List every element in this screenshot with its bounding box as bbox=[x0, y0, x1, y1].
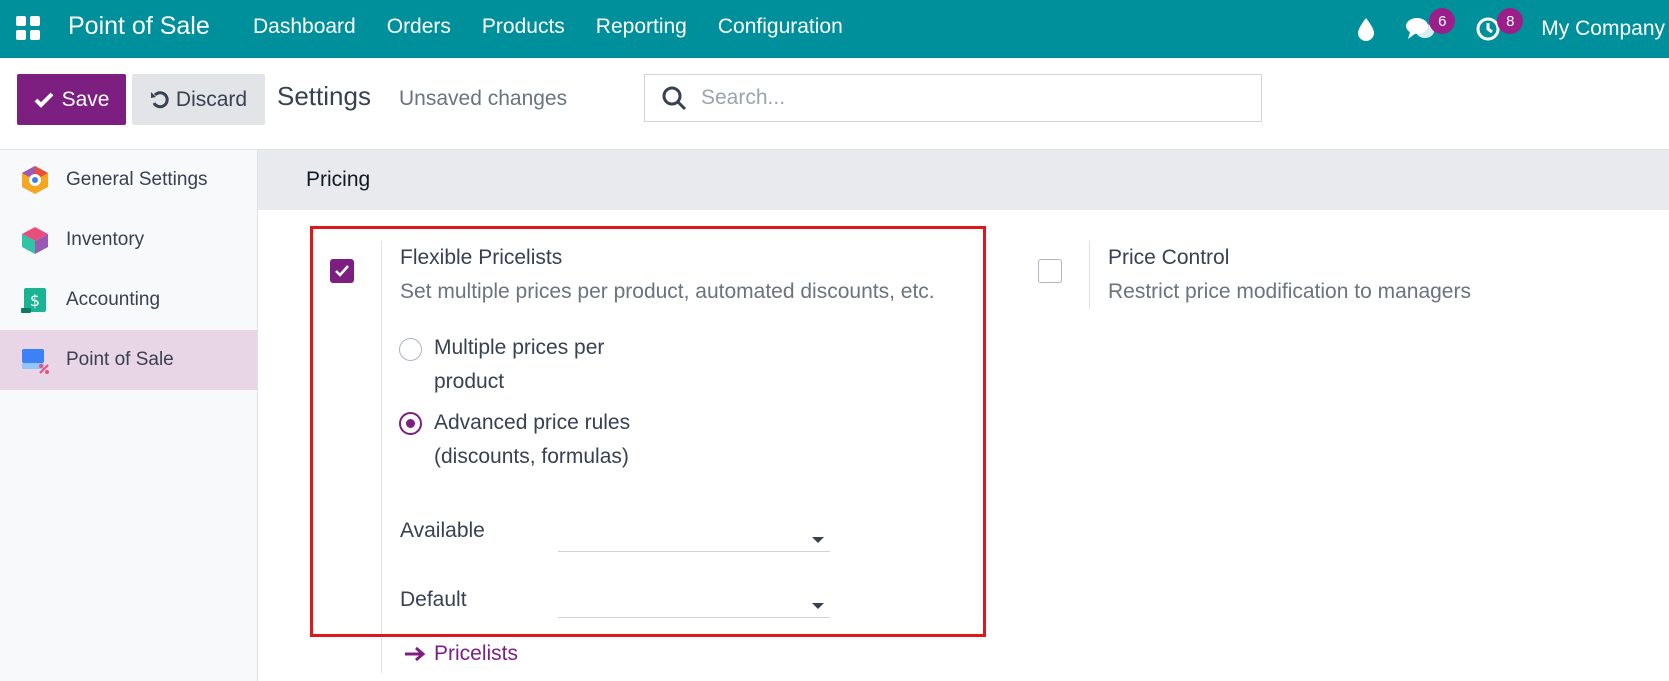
menu-dashboard[interactable]: Dashboard bbox=[253, 15, 356, 39]
section-title: Pricing bbox=[306, 168, 371, 191]
default-pricelist-select[interactable] bbox=[558, 588, 830, 618]
check-icon bbox=[335, 265, 349, 277]
menu-products[interactable]: Products bbox=[482, 15, 565, 39]
sidebar-item-point-of-sale[interactable]: Point of Sale bbox=[0, 330, 257, 390]
company-switcher[interactable]: My Company bbox=[1541, 17, 1665, 41]
activity-count-badge: 8 bbox=[1497, 8, 1524, 34]
menu-reporting[interactable]: Reporting bbox=[596, 15, 687, 39]
caret-down-icon bbox=[812, 537, 824, 543]
radio-multiple-prices-label[interactable]: Multiple prices per product bbox=[434, 331, 684, 399]
caret-down-icon bbox=[812, 603, 824, 609]
svg-text:$: $ bbox=[30, 291, 40, 310]
main-menu: Dashboard Orders Products Reporting Conf… bbox=[253, 15, 874, 39]
undo-icon bbox=[150, 90, 169, 108]
save-button[interactable]: Save bbox=[17, 74, 126, 125]
sidebar-item-accounting[interactable]: $ Accounting bbox=[0, 270, 257, 330]
check-icon bbox=[34, 92, 53, 108]
radio-advanced-price-rules[interactable] bbox=[399, 412, 422, 435]
available-pricelists-select[interactable] bbox=[558, 522, 830, 552]
save-label: Save bbox=[61, 87, 110, 111]
arrow-right-icon bbox=[405, 646, 426, 662]
search-input[interactable] bbox=[701, 86, 1241, 110]
sidebar-item-label: General Settings bbox=[66, 169, 208, 190]
price-control-checkbox[interactable] bbox=[1038, 259, 1062, 283]
sidebar-item-label: Point of Sale bbox=[66, 349, 174, 370]
sidebar-item-label: Accounting bbox=[66, 289, 161, 310]
search-icon bbox=[662, 86, 687, 111]
flexible-pricelists-description: Set multiple prices per product, automat… bbox=[400, 280, 935, 303]
price-control-description: Restrict price modification to managers bbox=[1108, 280, 1471, 303]
radio-advanced-line2: (discounts, formulas) bbox=[434, 445, 629, 468]
point-of-sale-icon bbox=[22, 349, 49, 374]
sidebar-item-label: Inventory bbox=[66, 229, 145, 250]
chat-icon[interactable]: 6 bbox=[1403, 8, 1456, 44]
app-brand[interactable]: Point of Sale bbox=[68, 12, 210, 41]
menu-configuration[interactable]: Configuration bbox=[718, 15, 843, 39]
unsaved-status: Unsaved changes bbox=[399, 87, 568, 110]
radio-advanced-price-rules-label[interactable]: Advanced price rules (discounts, formula… bbox=[434, 406, 684, 474]
radio-multiple-prices-line1: Multiple prices per bbox=[434, 336, 605, 359]
pricelists-link[interactable]: Pricelists bbox=[404, 642, 518, 666]
search-box[interactable] bbox=[644, 74, 1262, 122]
accounting-icon: $ bbox=[21, 288, 46, 313]
sidebar-item-inventory[interactable]: Inventory bbox=[0, 210, 257, 270]
chat-count-badge: 6 bbox=[1429, 8, 1456, 34]
inventory-icon bbox=[22, 227, 48, 254]
discard-button[interactable]: Discard bbox=[132, 74, 265, 125]
radio-multiple-prices-line2: product bbox=[434, 370, 505, 393]
default-label: Default bbox=[400, 588, 467, 611]
activity-clock-icon[interactable]: 8 bbox=[1471, 8, 1524, 44]
section-header: Pricing bbox=[258, 150, 1669, 210]
menu-orders[interactable]: Orders bbox=[387, 15, 451, 39]
setting-divider bbox=[381, 241, 382, 673]
sidebar-item-general-settings[interactable]: General Settings bbox=[0, 150, 257, 210]
pricelists-link-label: Pricelists bbox=[434, 642, 519, 665]
drop-icon[interactable] bbox=[1349, 14, 1383, 44]
radio-advanced-line1: Advanced price rules bbox=[434, 411, 631, 434]
systray: 6 8 My Company bbox=[1329, 0, 1669, 58]
settings-sidebar: General Settings Inventory $ Accounting … bbox=[0, 150, 258, 681]
top-navbar: Point of Sale Dashboard Orders Products … bbox=[0, 0, 1669, 58]
page-title: Settings bbox=[277, 81, 371, 111]
apps-menu-icon[interactable] bbox=[16, 16, 40, 40]
setting-divider bbox=[1089, 241, 1090, 309]
price-control-title: Price Control bbox=[1108, 246, 1230, 269]
flexible-pricelists-checkbox[interactable] bbox=[330, 259, 354, 283]
control-panel: Save Discard Settings Unsaved changes bbox=[0, 58, 1669, 150]
discard-label: Discard bbox=[175, 87, 248, 111]
general-settings-icon bbox=[22, 166, 48, 194]
radio-multiple-prices[interactable] bbox=[399, 338, 422, 361]
available-label: Available bbox=[400, 519, 485, 542]
flexible-pricelists-title: Flexible Pricelists bbox=[400, 246, 563, 269]
